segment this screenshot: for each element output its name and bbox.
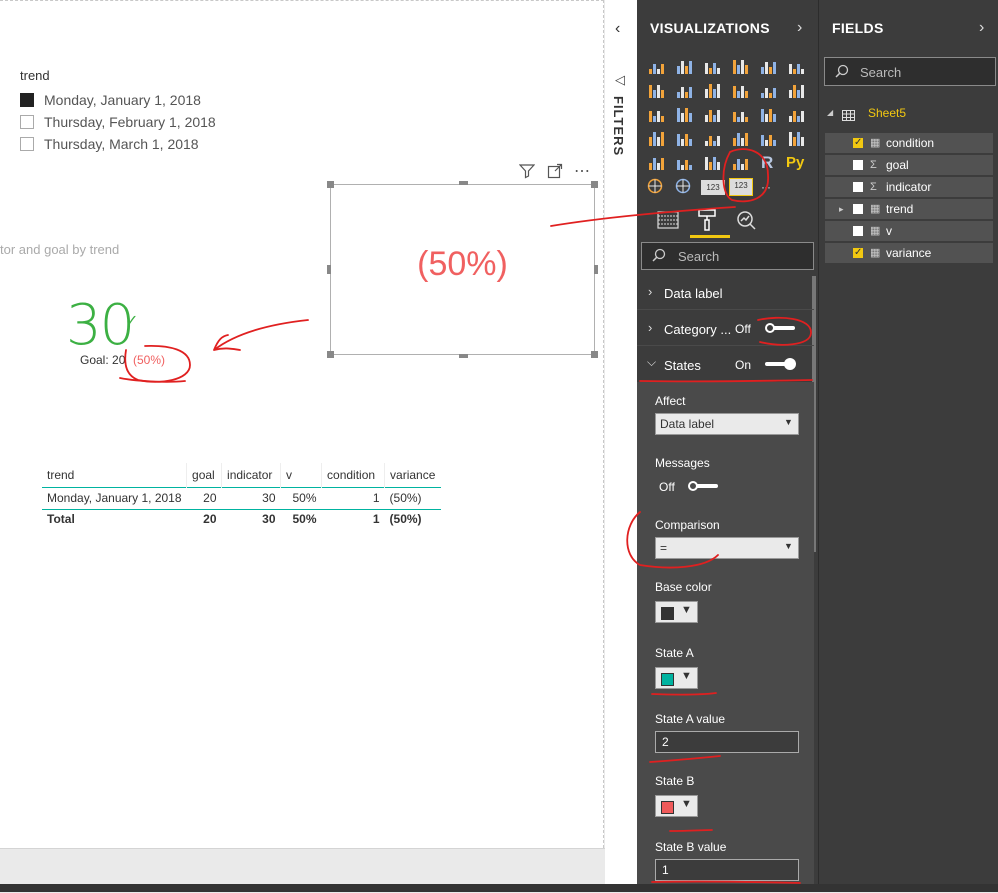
red-annotations — [119, 148, 813, 884]
